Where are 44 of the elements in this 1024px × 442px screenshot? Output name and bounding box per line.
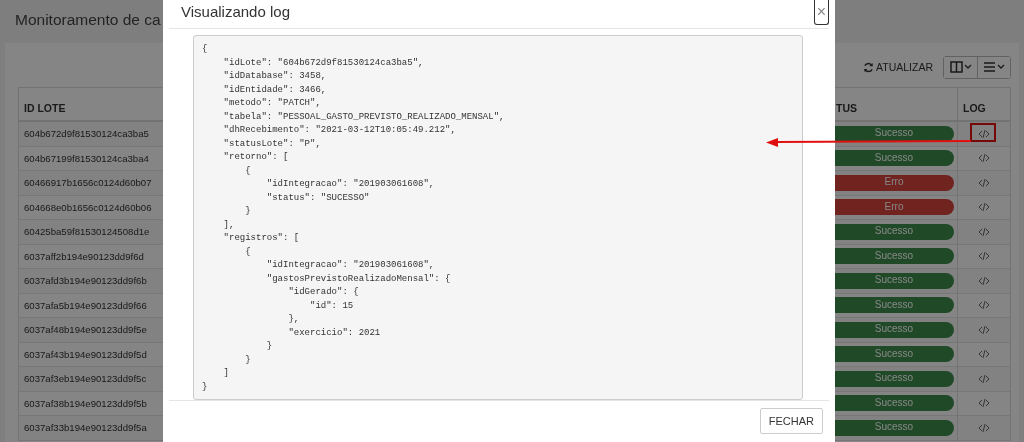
code-line: ] — [222, 367, 230, 380]
close-button[interactable]: × — [814, 0, 829, 25]
code-line: "id": 15 — [309, 299, 355, 313]
status-badge: Erro — [834, 174, 954, 191]
code-line: } — [265, 340, 274, 353]
code-line: } — [202, 380, 209, 394]
code-line: "idIntegracao": "201903061608", — [265, 178, 436, 191]
status-badge: Sucesso — [834, 297, 954, 314]
code-line: "idDatabase": 3458, — [222, 70, 328, 83]
code-line: "statusLote": "P", — [222, 137, 322, 151]
status-badge: Sucesso — [834, 370, 954, 387]
status-badge: Sucesso — [834, 272, 954, 289]
modal-title: Visualizando log — [180, 2, 290, 20]
code-line: "retorno": [ — [222, 151, 290, 164]
code-line: "gastosPrevistoRealizadoMensal": { — [265, 272, 452, 286]
code-line: }, — [287, 313, 301, 326]
code-line: } — [244, 353, 252, 367]
code-line: "registros": [ — [222, 232, 301, 245]
code-line: "status": "SUCESSO" — [265, 191, 371, 205]
page-title: Monitoramento de ca — [15, 11, 161, 29]
code-line: "exercicio": 2021 — [287, 326, 382, 340]
code-line: "dhRecebimento": "2021-03-12T10:05:49.212", — [222, 124, 457, 137]
code-line: { — [244, 164, 252, 178]
status-badge: Sucesso — [834, 150, 954, 167]
code-line: ], — [222, 218, 236, 232]
status-badge: Sucesso — [834, 419, 954, 436]
code-line: } — [244, 205, 252, 218]
code-line: "metodo": "PATCH", — [222, 97, 322, 110]
status-badge: Erro — [834, 199, 954, 216]
status-badge: Sucesso — [834, 321, 954, 338]
code-line: "idIntegracao": "201903061608", — [265, 259, 436, 272]
status-badge: Sucesso — [834, 248, 954, 265]
status-badge: Sucesso — [834, 346, 954, 363]
code-line: { — [244, 245, 252, 259]
close-button[interactable]: FECHAR — [759, 408, 823, 434]
code-line: "idGerado": { — [287, 286, 360, 299]
code-line: "idEntidade": 3466, — [222, 83, 328, 97]
code-line: { — [202, 43, 209, 56]
code-line: "tabela": "PESSOAL_GASTO_PREVISTO_REALIZADO_MENSAL", — [222, 110, 506, 124]
code-line: "idLote": "604b672d9f81530124ca3ba5", — [222, 56, 425, 70]
status-badge: Sucesso — [834, 223, 954, 240]
refresh-button[interactable]: ATUALIZAR — [863, 61, 933, 73]
status-badge: Sucesso — [834, 125, 954, 142]
status-badge: Sucesso — [834, 395, 954, 412]
